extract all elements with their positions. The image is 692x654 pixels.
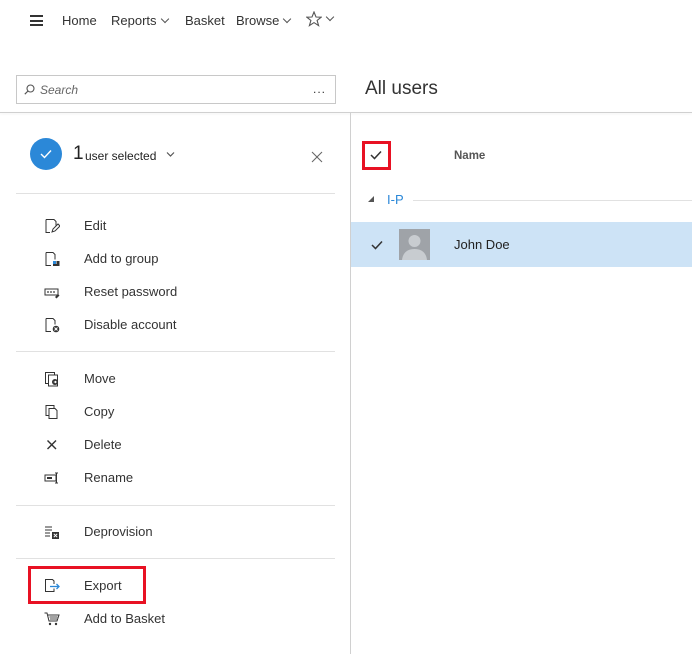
action-label: Disable account (84, 317, 177, 332)
action-copy[interactable]: Copy (30, 399, 330, 425)
collapse-triangle-icon[interactable] (368, 196, 374, 202)
chevron-down-icon (325, 12, 335, 22)
action-deprovision[interactable]: Deprovision (30, 519, 330, 545)
rename-icon (44, 472, 58, 484)
nav-home[interactable]: Home (62, 13, 97, 28)
action-disable-account[interactable]: Disable account (30, 312, 330, 338)
add-to-group-icon (45, 252, 60, 266)
search-box: ... (16, 75, 336, 104)
basket-icon (44, 612, 60, 626)
select-all-checkbox[interactable] (370, 150, 382, 160)
nav-browse-label: Browse (236, 13, 280, 28)
page-title: All users (365, 78, 438, 99)
highlight-box (28, 566, 146, 604)
action-edit[interactable]: Edit (30, 213, 330, 239)
chevron-down-icon[interactable] (166, 151, 175, 158)
move-icon (45, 372, 58, 387)
nav-reports-label: Reports (111, 13, 157, 28)
chevron-down-icon (283, 14, 292, 23)
copy-icon (45, 405, 58, 419)
selection-label[interactable]: user selected (85, 149, 156, 163)
top-navigation: Home Reports Basket Browse (0, 0, 692, 42)
action-label: Add to Basket (84, 611, 165, 626)
selection-count: 1 (73, 143, 84, 164)
nav-basket-label: Basket (185, 13, 225, 28)
user-name: John Doe (454, 237, 510, 252)
header-divider (0, 112, 692, 113)
hamburger-menu-icon[interactable] (30, 15, 43, 26)
divider (16, 505, 335, 506)
action-label: Rename (84, 470, 134, 485)
column-header-name[interactable]: Name (454, 150, 485, 162)
person-icon (402, 235, 427, 260)
divider (16, 351, 335, 352)
chevron-down-icon (160, 14, 169, 23)
avatar (399, 229, 430, 260)
deprovision-icon (45, 526, 59, 539)
checkmark-icon (40, 150, 52, 159)
action-label: Edit (84, 218, 107, 233)
more-options-button[interactable]: ... (313, 82, 326, 96)
edit-icon (45, 219, 60, 233)
nav-reports[interactable]: Reports (111, 13, 169, 28)
nav-basket[interactable]: Basket (185, 13, 225, 28)
action-label: Delete (84, 437, 122, 452)
search-input[interactable] (40, 81, 300, 99)
divider (16, 193, 335, 194)
action-label: Copy (84, 404, 115, 419)
group-divider (413, 200, 692, 201)
action-label: Add to group (84, 251, 159, 266)
search-icon (24, 84, 35, 95)
panel-divider (350, 113, 351, 654)
row-checkbox[interactable] (371, 240, 383, 250)
action-rename[interactable]: Rename (30, 465, 330, 491)
action-label: Deprovision (84, 524, 153, 539)
action-label: Move (84, 371, 116, 386)
nav-home-label: Home (62, 13, 97, 28)
action-reset-password[interactable]: Reset password (30, 279, 330, 305)
action-move[interactable]: Move (30, 366, 330, 392)
action-add-to-basket[interactable]: Add to Basket (30, 606, 330, 632)
action-label: Reset password (84, 284, 178, 299)
action-add-to-group[interactable]: Add to group (30, 246, 330, 272)
action-delete[interactable]: Delete (30, 432, 330, 458)
close-icon[interactable] (311, 151, 323, 163)
delete-icon (47, 440, 57, 450)
nav-browse[interactable]: Browse (236, 13, 292, 28)
group-header-label[interactable]: I-P (387, 192, 404, 207)
reset-password-icon (44, 288, 60, 299)
nav-favorites[interactable] (306, 11, 335, 27)
table-row[interactable]: John Doe (351, 222, 692, 267)
divider (16, 558, 335, 559)
star-icon (306, 11, 322, 27)
disable-account-icon (45, 318, 60, 333)
selection-check-circle (30, 138, 62, 170)
